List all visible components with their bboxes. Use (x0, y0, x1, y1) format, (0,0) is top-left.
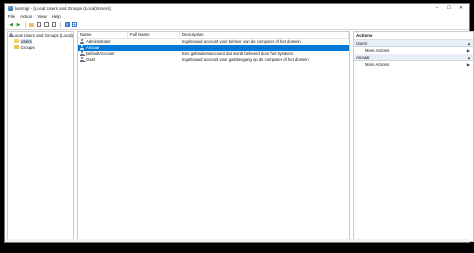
tree-item-label: Local Users and Groups (Local) (12, 32, 73, 38)
section-label: Users (356, 40, 368, 46)
actions-section-anouar[interactable]: Anouar ▲ (354, 54, 473, 61)
users-group-icon (9, 32, 13, 38)
menu-help[interactable]: Help (52, 14, 61, 19)
user-description: Een gebruikersaccount dat wordt beheerd … (182, 51, 295, 56)
table-row[interactable]: Gast Ingebouwd account voor gasttoegang … (78, 57, 349, 63)
tree-item-label: Groups (20, 44, 35, 50)
actions-pane: Actions Users ▲ More Actions ▶ Anouar ▲ … (353, 31, 474, 242)
submenu-arrow-icon: ▶ (466, 48, 470, 53)
console-tree: Local Users and Groups (Local) Users Gro… (7, 31, 74, 242)
column-header-full-name[interactable]: Full Name (128, 32, 180, 38)
user-description: Ingebouwd account voor gasttoegang op de… (182, 57, 309, 62)
action-more-actions[interactable]: More Actions ▶ (354, 47, 473, 54)
disabled-user-icon (80, 51, 85, 56)
toolbar-separator (60, 21, 61, 28)
cell-name: DefaultAccount (78, 51, 128, 56)
submenu-arrow-icon: ▶ (466, 62, 470, 67)
forward-arrow-icon[interactable]: ▶ (16, 22, 22, 28)
back-arrow-icon[interactable]: ◀ (8, 22, 14, 28)
actions-title: Actions (354, 32, 473, 40)
column-header-name[interactable]: Name (78, 32, 128, 38)
user-name: Administrator (86, 39, 111, 44)
menu-bar: File Action View Help (5, 13, 469, 20)
toolbar: ◀ ▶ ? (5, 20, 469, 30)
minimize-button[interactable]: – (431, 4, 443, 13)
menu-action[interactable]: Action (20, 14, 32, 19)
cell-name: Gast (78, 57, 128, 62)
status-bar (5, 239, 469, 242)
toolbar-separator (24, 21, 26, 28)
title-bar[interactable]: lusrmgr - [Local Users and Groups (Local… (5, 4, 469, 13)
collapse-chevron-icon[interactable]: ▲ (467, 41, 471, 46)
user-icon (80, 45, 85, 50)
users-list-pane: Name Full Name Description Administrator… (77, 31, 350, 242)
tree-item-local-users-and-groups[interactable]: Local Users and Groups (Local) (8, 32, 73, 38)
folder-icon (14, 39, 19, 43)
action-label: More Actions (365, 48, 390, 53)
action-more-actions[interactable]: More Actions ▶ (354, 61, 473, 68)
menu-file[interactable]: File (8, 14, 15, 19)
cell-name: Anouar (78, 45, 128, 50)
user-name: DefaultAccount (86, 51, 115, 56)
column-header-description[interactable]: Description (180, 32, 349, 38)
user-name: Gast (86, 57, 95, 62)
maximize-button[interactable]: ☐ (443, 4, 455, 13)
app-icon (8, 6, 13, 11)
mmc-window: lusrmgr - [Local Users and Groups (Local… (4, 3, 474, 243)
user-icon (80, 39, 85, 44)
collapse-chevron-icon[interactable]: ▲ (467, 55, 471, 60)
folder-icon (14, 45, 19, 49)
user-name: Anouar (86, 45, 100, 50)
table-row[interactable]: Administrator Ingebouwd account voor beh… (78, 39, 349, 45)
window-title: lusrmgr - [Local Users and Groups (Local… (15, 6, 111, 11)
export-list-icon[interactable] (44, 21, 50, 28)
disabled-user-icon (80, 57, 85, 62)
cell-name: Administrator (78, 39, 128, 44)
properties-icon[interactable] (36, 21, 42, 28)
help-icon[interactable]: ? (64, 22, 70, 28)
table-row[interactable]: DefaultAccount Een gebruikersaccount dat… (78, 51, 349, 57)
window-controls: – ☐ ✕ (431, 4, 467, 13)
actions-section-users[interactable]: Users ▲ (354, 40, 473, 47)
show-hide-pane-icon[interactable] (72, 22, 78, 28)
menu-view[interactable]: View (37, 14, 46, 19)
section-label: Anouar (356, 54, 370, 60)
refresh-icon[interactable] (51, 21, 57, 28)
tree-item-groups[interactable]: Groups (8, 44, 73, 50)
folder-up-icon[interactable] (29, 22, 35, 28)
tree-item-label: Users (20, 38, 32, 44)
close-button[interactable]: ✕ (455, 4, 467, 13)
action-label: More Actions (365, 62, 390, 67)
user-description: Ingebouwd account voor beheer van de com… (182, 39, 301, 44)
